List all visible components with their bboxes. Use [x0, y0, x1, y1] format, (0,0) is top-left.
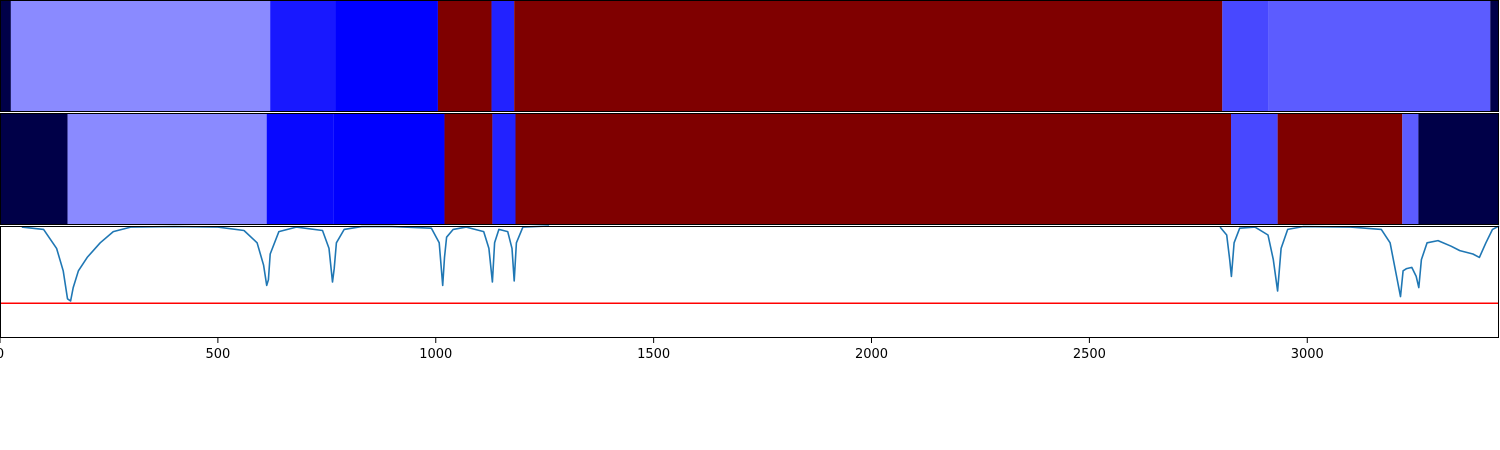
x-tick-label-500: 500: [205, 347, 230, 362]
band-middle-segment-8: [1277, 113, 1403, 225]
band-top-segment-1: [10, 0, 271, 112]
band-top-segment-7: [1222, 0, 1269, 112]
band-top-segment-3: [335, 0, 438, 112]
band-middle-segment-9: [1402, 113, 1419, 225]
band-middle-segment-0: [0, 113, 68, 225]
band-top-segment-0: [0, 0, 11, 112]
x-tick-label-3000: 3000: [1291, 347, 1324, 362]
line-plot-panel: [0, 225, 1500, 305]
line-plot-frame: [0, 226, 1499, 338]
x-tick-label-2000: 2000: [855, 347, 888, 362]
band-middle-segment-5: [492, 113, 516, 225]
x-tick-label-2500: 2500: [1073, 347, 1106, 362]
band-middle-segment-7: [1231, 113, 1278, 225]
x-tick-label-1500: 1500: [637, 347, 670, 362]
band-top-segment-6: [514, 0, 1223, 112]
x-tick-label-1000: 1000: [419, 347, 452, 362]
band-middle-segment-10: [1418, 113, 1499, 225]
band-middle-segment-6: [515, 113, 1232, 225]
chart-figure: 0 500 1000 1500 2000 2500 3000: [0, 0, 1500, 362]
band-top-segment-8: [1268, 0, 1491, 112]
band-middle-segment-4: [444, 113, 493, 225]
series-line-0: [21, 225, 550, 302]
x-tick-label-0: 0: [0, 347, 4, 362]
heatmap-band-middle: [0, 113, 1499, 225]
band-top-segment-5: [491, 0, 515, 112]
series-line-1: [1219, 225, 1500, 298]
band-top-segment-4: [437, 0, 492, 112]
heatmap-band-top: [0, 0, 1499, 112]
band-middle-segment-1: [67, 113, 267, 225]
band-top-segment-9: [1490, 0, 1499, 112]
band-top-segment-2: [270, 0, 336, 112]
band-middle-segment-2: [266, 113, 334, 225]
x-axis: 0 500 1000 1500 2000 2500 3000: [0, 338, 1324, 362]
band-middle-segment-3: [333, 113, 445, 225]
